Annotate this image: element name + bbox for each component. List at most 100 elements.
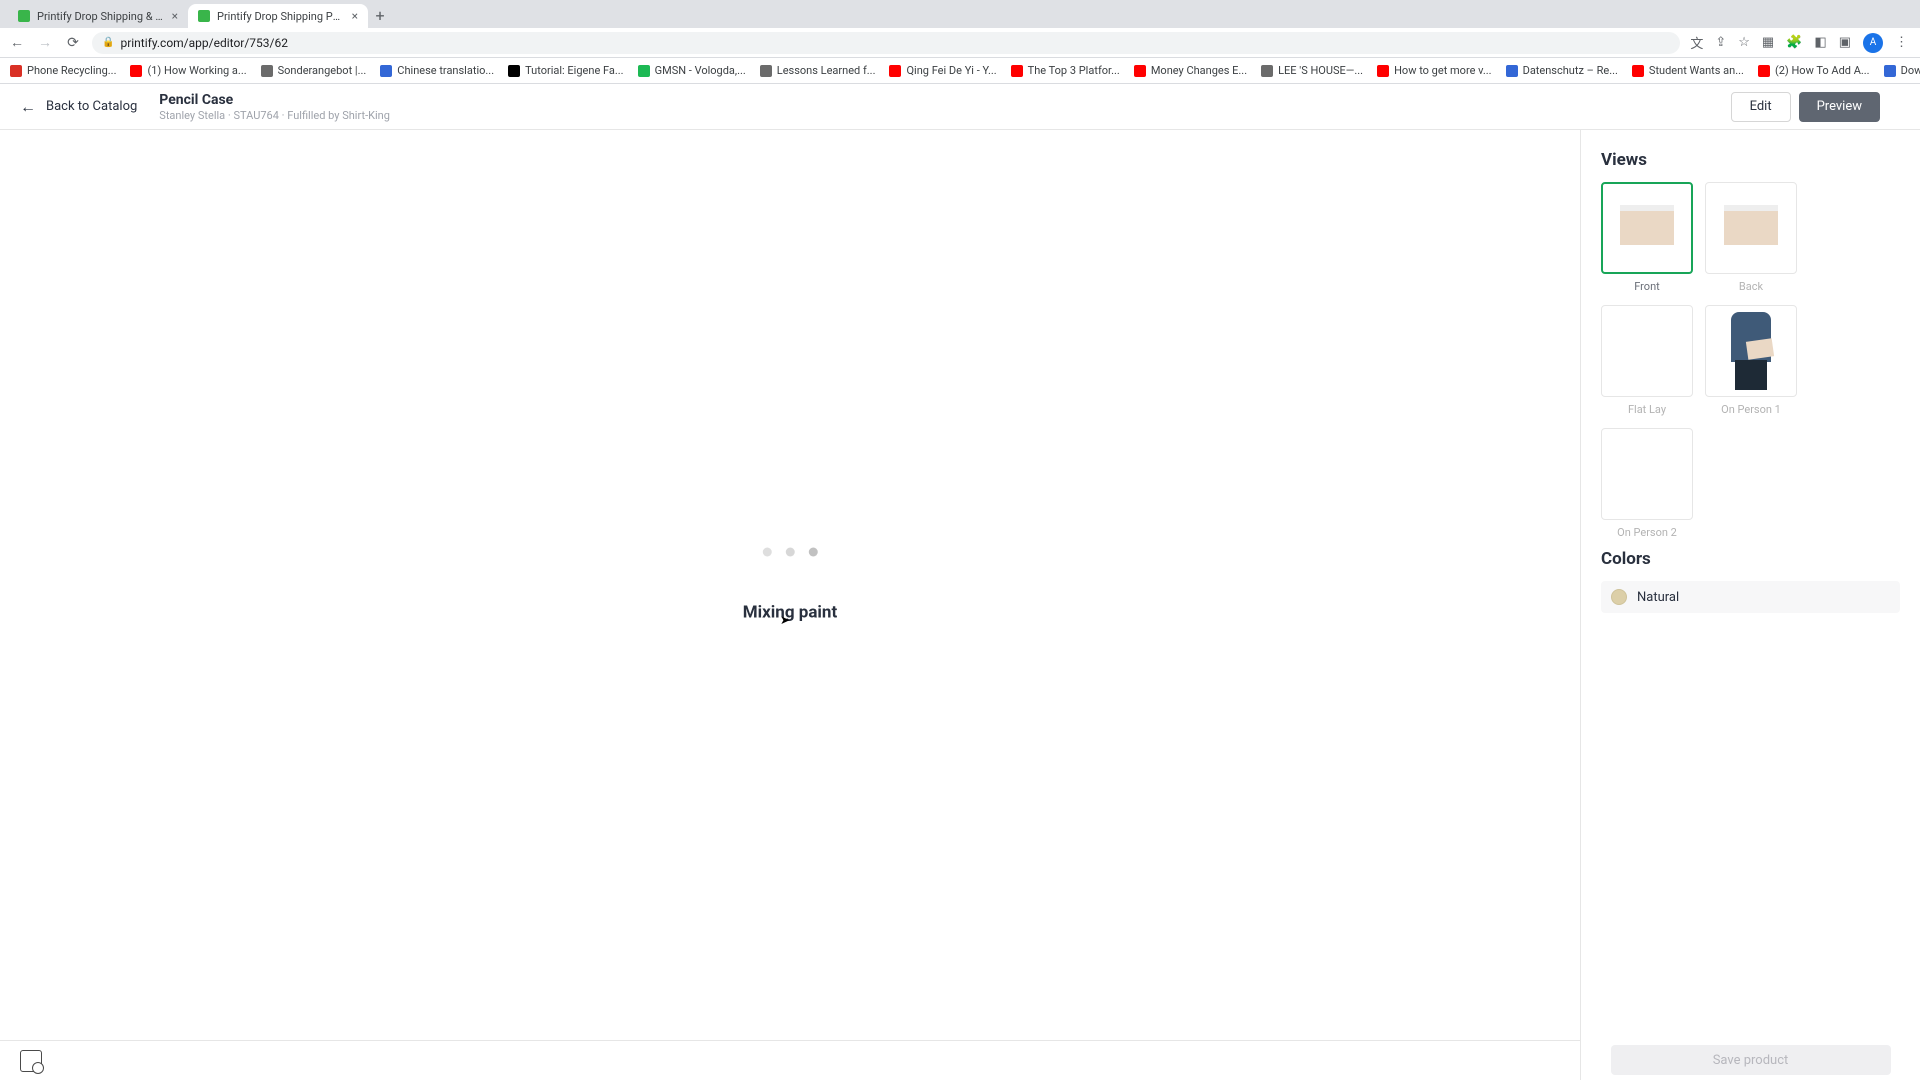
bookmark-favicon-icon [130, 65, 142, 77]
preview-button[interactable]: Preview [1799, 92, 1880, 122]
bookmark-item[interactable]: Lessons Learned f... [760, 64, 876, 77]
view-option[interactable]: Front [1601, 182, 1693, 293]
bookmark-item[interactable]: GMSN - Vologda,... [638, 64, 746, 77]
address-bar[interactable]: 🔒 printify.com/app/editor/753/62 [92, 32, 1680, 54]
view-thumbnail [1601, 305, 1693, 397]
bookmark-item[interactable]: The Top 3 Platfor... [1011, 64, 1120, 77]
extension-icon[interactable]: ◧ [1814, 35, 1826, 50]
bookmark-favicon-icon [1261, 65, 1273, 77]
bookmark-item[interactable]: How to get more v... [1377, 64, 1492, 77]
loading-indicator: Mixing paint [743, 548, 837, 623]
side-panel-footer: Save product [1580, 1040, 1920, 1080]
bookmark-favicon-icon [1011, 65, 1023, 77]
forward-icon: → [36, 34, 54, 51]
back-to-catalog-link[interactable]: ← Back to Catalog [20, 97, 137, 117]
loading-dots-icon [743, 548, 837, 557]
menu-icon[interactable]: ⋮ [1895, 35, 1908, 50]
bookmark-label: Chinese translatio... [397, 64, 494, 77]
image-settings-icon[interactable] [20, 1050, 42, 1072]
view-label: Back [1705, 280, 1797, 293]
bookmark-label: GMSN - Vologda,... [655, 64, 746, 77]
translate-icon[interactable]: 文 [1690, 33, 1703, 52]
product-title: Pencil Case [159, 92, 390, 108]
bookmark-label: Tutorial: Eigene Fa... [525, 64, 624, 77]
bookmark-item[interactable]: Student Wants an... [1632, 64, 1744, 77]
back-icon[interactable]: ← [8, 34, 26, 51]
color-swatch-icon [1611, 589, 1627, 605]
bookmark-label: Money Changes E... [1151, 64, 1247, 77]
view-option[interactable]: Back [1705, 182, 1797, 293]
bookmark-label: Sonderangebot |... [278, 64, 367, 77]
url-text: printify.com/app/editor/753/62 [120, 36, 288, 50]
color-name: Natural [1637, 590, 1679, 605]
close-icon[interactable]: × [352, 9, 358, 23]
view-option[interactable]: On Person 2 [1601, 428, 1693, 539]
tab-strip: Printify Drop Shipping & Printi × Printi… [0, 0, 1920, 28]
share-icon[interactable]: ⇪ [1715, 35, 1726, 50]
bookmark-label: (1) How Working a... [147, 64, 246, 77]
favicon-icon [198, 10, 210, 22]
bookmark-item[interactable]: Download - Cooki... [1884, 64, 1920, 77]
bookmark-label: Student Wants an... [1649, 64, 1744, 77]
product-info: Pencil Case Stanley Stella · STAU764 · F… [159, 92, 390, 122]
bookmarks-bar: Phone Recycling... (1) How Working a... So… [0, 58, 1920, 84]
colors-heading: Colors [1601, 549, 1900, 569]
bookmark-label: Lessons Learned f... [777, 64, 876, 77]
profile-avatar-icon[interactable]: A [1863, 33, 1883, 53]
view-label: Flat Lay [1601, 403, 1693, 416]
bookmark-item[interactable]: Chinese translatio... [380, 64, 494, 77]
cursor-icon: ➤ [780, 613, 790, 627]
views-heading: Views [1601, 150, 1900, 170]
bookmark-favicon-icon [261, 65, 273, 77]
extension-icon[interactable]: ▦ [1762, 35, 1774, 50]
reload-icon[interactable]: ⟳ [64, 35, 82, 51]
lock-icon: 🔒 [102, 37, 114, 48]
back-label: Back to Catalog [46, 99, 137, 114]
bookmark-favicon-icon [638, 65, 650, 77]
view-option[interactable]: Flat Lay [1601, 305, 1693, 416]
edit-button[interactable]: Edit [1731, 92, 1791, 122]
bookmark-label: Datenschutz – Re... [1523, 64, 1618, 77]
puzzle-icon[interactable]: 🧩 [1786, 35, 1802, 50]
bookmark-item[interactable]: Tutorial: Eigene Fa... [508, 64, 624, 77]
save-product-button[interactable]: Save product [1611, 1045, 1891, 1075]
bookmark-favicon-icon [1758, 65, 1770, 77]
bookmark-label: LEE 'S HOUSE—... [1278, 64, 1363, 77]
bookmark-label: How to get more v... [1394, 64, 1492, 77]
favicon-icon [18, 10, 30, 22]
bookmark-label: (2) How To Add A... [1775, 64, 1870, 77]
bookmark-label: Download - Cooki... [1901, 64, 1920, 77]
toolbar-icons: 文 ⇪ ☆ ▦ 🧩 ◧ ▣ A ⋮ [1690, 33, 1912, 53]
view-option[interactable]: On Person 1 [1705, 305, 1797, 416]
bookmark-favicon-icon [380, 65, 392, 77]
close-icon[interactable]: × [172, 9, 178, 23]
bookmark-label: Qing Fei De Yi - Y... [906, 64, 996, 77]
browser-tab[interactable]: Printify Drop Shipping & Printi × [8, 4, 188, 28]
tab-title: Printify Drop Shipping Print o [217, 10, 344, 23]
view-label: On Person 2 [1601, 526, 1693, 539]
bookmark-item[interactable]: Qing Fei De Yi - Y... [889, 64, 996, 77]
star-icon[interactable]: ☆ [1738, 35, 1750, 50]
bookmark-favicon-icon [1377, 65, 1389, 77]
bookmark-label: The Top 3 Platfor... [1028, 64, 1120, 77]
bookmark-label: Phone Recycling... [27, 64, 116, 77]
bookmark-favicon-icon [889, 65, 901, 77]
bookmark-favicon-icon [1884, 65, 1896, 77]
bookmark-item[interactable]: Datenschutz – Re... [1506, 64, 1618, 77]
bookmark-item[interactable]: (2) How To Add A... [1758, 64, 1870, 77]
bookmark-item[interactable]: Sonderangebot |... [261, 64, 367, 77]
color-option[interactable]: Natural [1601, 581, 1900, 613]
app-header: ← Back to Catalog Pencil Case Stanley St… [0, 84, 1920, 130]
bookmark-item[interactable]: LEE 'S HOUSE—... [1261, 64, 1363, 77]
new-tab-button[interactable]: + [368, 4, 392, 28]
bookmark-favicon-icon [1506, 65, 1518, 77]
bookmark-item[interactable]: Money Changes E... [1134, 64, 1247, 77]
view-thumbnail [1705, 305, 1797, 397]
bookmark-item[interactable]: Phone Recycling... [10, 64, 116, 77]
bookmark-favicon-icon [10, 65, 22, 77]
view-label: On Person 1 [1705, 403, 1797, 416]
extension-icon[interactable]: ▣ [1839, 35, 1851, 50]
browser-chrome: Printify Drop Shipping & Printi × Printi… [0, 0, 1920, 84]
bookmark-item[interactable]: (1) How Working a... [130, 64, 246, 77]
browser-tab[interactable]: Printify Drop Shipping Print o × [188, 4, 368, 28]
